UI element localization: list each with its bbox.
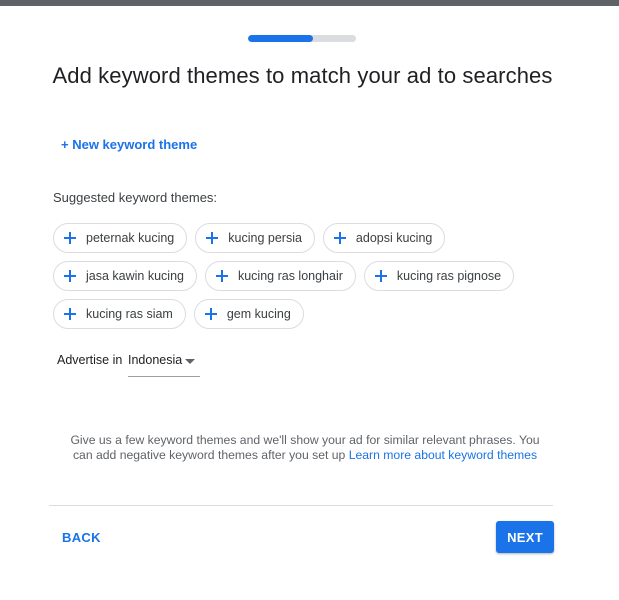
progress-bar — [248, 35, 356, 42]
plus-icon — [374, 269, 388, 283]
keyword-chip-label: gem kucing — [226, 307, 291, 321]
keyword-chip[interactable]: kucing ras pignose — [363, 261, 515, 291]
new-keyword-theme-link[interactable]: + New keyword theme — [61, 137, 197, 152]
page-title: Add keyword themes to match your ad to s… — [52, 63, 553, 88]
plus-icon — [63, 269, 77, 283]
keyword-chip[interactable]: kucing ras siam — [53, 299, 186, 329]
keyword-chip-label: adopsi kucing — [355, 231, 433, 245]
help-text: Give us a few keyword themes and we'll s… — [60, 433, 550, 463]
advertise-in-label: Advertise in — [57, 353, 123, 367]
country-select-value: Indonesia — [128, 353, 183, 367]
back-button[interactable]: BACK — [62, 530, 101, 545]
keyword-chip[interactable]: kucing persia — [195, 223, 315, 253]
chip-row: peternak kucing kucing persia adopsi kuc… — [53, 223, 573, 253]
plus-icon — [63, 307, 77, 321]
window-top-bar — [0, 0, 619, 6]
keyword-chip-label: kucing persia — [228, 231, 302, 245]
suggested-themes-chips: peternak kucing kucing persia adopsi kuc… — [53, 223, 573, 337]
plus-icon — [63, 231, 77, 245]
next-button[interactable]: NEXT — [496, 521, 554, 553]
keyword-chip[interactable]: kucing ras longhair — [204, 261, 356, 291]
chip-row: kucing ras siam gem kucing — [53, 299, 573, 329]
keyword-chip[interactable]: adopsi kucing — [322, 223, 446, 253]
keyword-chip[interactable]: peternak kucing — [53, 223, 188, 253]
keyword-chip[interactable]: gem kucing — [193, 299, 304, 329]
keyword-chip-label: jasa kawin kucing — [86, 269, 184, 283]
plus-icon — [205, 231, 219, 245]
chip-row: jasa kawin kucing kucing ras longhair ku… — [53, 261, 573, 291]
plus-icon — [215, 269, 229, 283]
country-select[interactable]: Indonesia — [128, 346, 200, 377]
keyword-chip[interactable]: jasa kawin kucing — [53, 261, 197, 291]
keyword-chip-label: kucing ras pignose — [396, 269, 502, 283]
caret-down-icon — [185, 359, 195, 364]
footer-divider — [49, 505, 553, 506]
keyword-chip-label: peternak kucing — [86, 231, 175, 245]
keyword-chip-label: kucing ras siam — [86, 307, 173, 321]
plus-icon — [204, 307, 218, 321]
keyword-chip-label: kucing ras longhair — [237, 269, 343, 283]
plus-icon — [333, 231, 347, 245]
suggested-themes-label: Suggested keyword themes: — [53, 190, 218, 205]
learn-more-link[interactable]: Learn more about keyword themes — [349, 448, 537, 462]
progress-bar-fill — [248, 35, 313, 42]
